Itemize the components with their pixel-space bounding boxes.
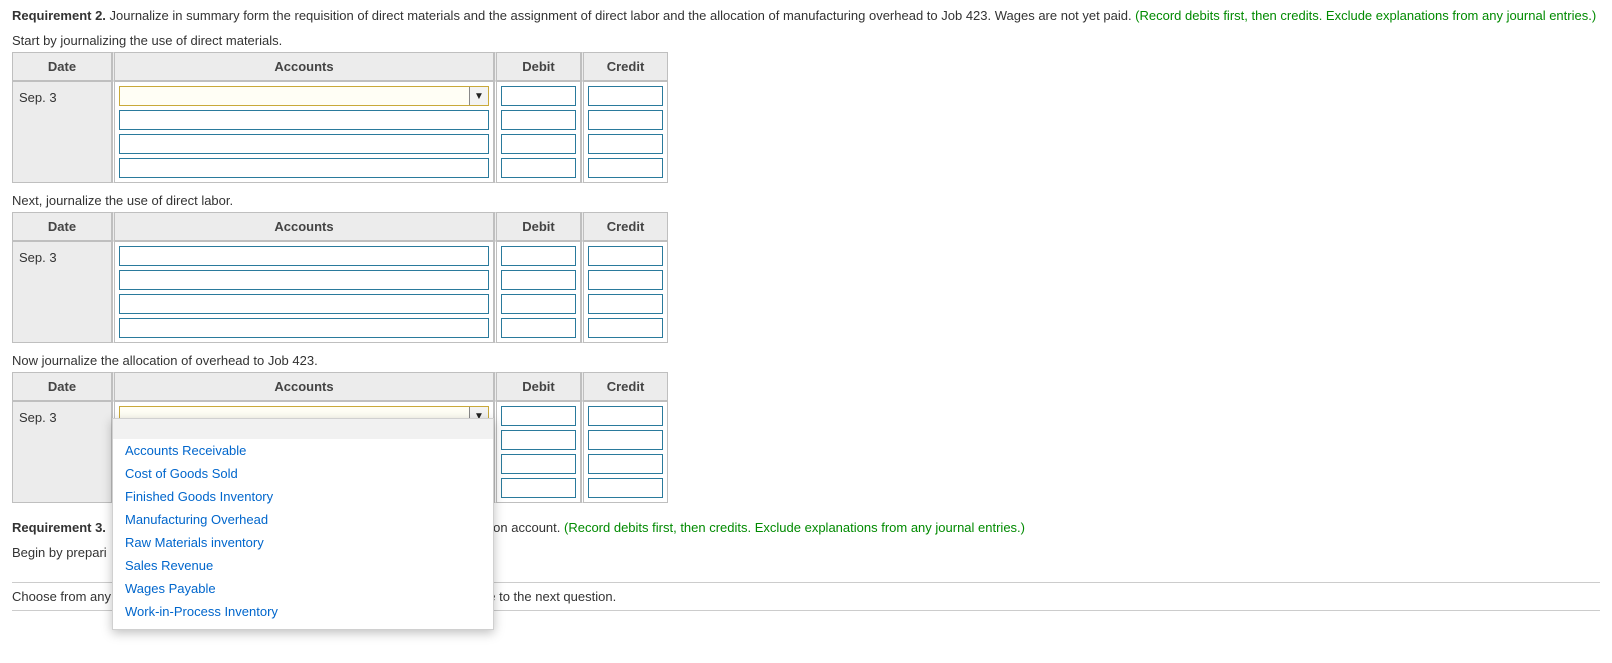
- header-credit: Credit: [581, 212, 668, 241]
- chevron-down-icon: ▼: [469, 87, 488, 105]
- requirement-2-label: Requirement 2.: [12, 8, 106, 23]
- header-debit: Debit: [494, 212, 581, 241]
- credit-input-row3[interactable]: [588, 294, 663, 314]
- requirement-2-text: Journalize in summary form the requisiti…: [106, 8, 1135, 23]
- requirement-3-mid: on account.: [493, 520, 564, 535]
- header-credit: Credit: [581, 372, 668, 401]
- account-input-row4[interactable]: [119, 158, 489, 178]
- date-cell: Sep. 3: [12, 241, 112, 343]
- header-accounts: Accounts: [112, 372, 494, 401]
- dropdown-option[interactable]: Accounts Receivable: [113, 439, 493, 462]
- debit-input-row3[interactable]: [501, 294, 576, 314]
- instruction-2: Next, journalize the use of direct labor…: [12, 193, 1600, 208]
- credit-input-row3[interactable]: [588, 134, 663, 154]
- dropdown-option[interactable]: Sales Revenue: [113, 554, 493, 577]
- dropdown-option[interactable]: Raw Materials inventory: [113, 531, 493, 554]
- accounts-cell: ▼: [112, 81, 494, 183]
- header-date: Date: [12, 372, 112, 401]
- requirement-3-label: Requirement 3.: [12, 520, 106, 535]
- debit-input-row1[interactable]: [501, 246, 576, 266]
- credit-cell: [581, 81, 668, 183]
- header-debit: Debit: [494, 372, 581, 401]
- journal-table-direct-materials: Date Accounts Debit Credit Sep. 3 ▼: [12, 52, 668, 183]
- footer-left: Choose from any: [12, 589, 111, 604]
- debit-input-row1[interactable]: [501, 406, 576, 426]
- account-select-row1[interactable]: ▼: [119, 86, 489, 106]
- dropdown-option[interactable]: Cost of Goods Sold: [113, 462, 493, 485]
- requirement-3-hint: (Record debits first, then credits. Excl…: [564, 520, 1025, 535]
- account-input-row4[interactable]: [119, 318, 489, 338]
- debit-input-row3[interactable]: [501, 454, 576, 474]
- header-accounts: Accounts: [112, 52, 494, 81]
- account-dropdown[interactable]: Accounts Receivable Cost of Goods Sold F…: [112, 418, 494, 630]
- dropdown-option[interactable]: Wages Payable: [113, 577, 493, 600]
- credit-input-row2[interactable]: [588, 110, 663, 130]
- account-input-row3[interactable]: [119, 134, 489, 154]
- dropdown-option[interactable]: Work-in-Process Inventory: [113, 600, 493, 623]
- date-cell: Sep. 3: [12, 81, 112, 183]
- account-input-row3[interactable]: [119, 294, 489, 314]
- credit-cell: [581, 241, 668, 343]
- account-input-row2[interactable]: [119, 270, 489, 290]
- debit-input-row4[interactable]: [501, 158, 576, 178]
- credit-input-row1[interactable]: [588, 86, 663, 106]
- credit-input-row4[interactable]: [588, 158, 663, 178]
- date-cell: Sep. 3: [12, 401, 112, 503]
- credit-input-row3[interactable]: [588, 454, 663, 474]
- debit-cell: [494, 241, 581, 343]
- instruction-1: Start by journalizing the use of direct …: [12, 33, 1600, 48]
- debit-input-row4[interactable]: [501, 318, 576, 338]
- account-input-row1[interactable]: [119, 246, 489, 266]
- credit-input-row2[interactable]: [588, 430, 663, 450]
- debit-input-row2[interactable]: [501, 430, 576, 450]
- header-accounts: Accounts: [112, 212, 494, 241]
- credit-cell: [581, 401, 668, 503]
- credit-input-row4[interactable]: [588, 478, 663, 498]
- debit-input-row1[interactable]: [501, 86, 576, 106]
- header-debit: Debit: [494, 52, 581, 81]
- dropdown-option[interactable]: Manufacturing Overhead: [113, 508, 493, 531]
- dropdown-blank-option[interactable]: [113, 419, 493, 439]
- footer-right: e to the next question.: [488, 589, 616, 604]
- debit-cell: [494, 81, 581, 183]
- instruction-3: Now journalize the allocation of overhea…: [12, 353, 1600, 368]
- requirement-2-hint: (Record debits first, then credits. Excl…: [1135, 8, 1596, 23]
- requirement-2-line: Requirement 2. Journalize in summary for…: [12, 8, 1600, 23]
- header-credit: Credit: [581, 52, 668, 81]
- credit-input-row1[interactable]: [588, 406, 663, 426]
- debit-input-row4[interactable]: [501, 478, 576, 498]
- credit-input-row1[interactable]: [588, 246, 663, 266]
- credit-input-row4[interactable]: [588, 318, 663, 338]
- header-date: Date: [12, 52, 112, 81]
- debit-input-row3[interactable]: [501, 134, 576, 154]
- journal-table-direct-labor: Date Accounts Debit Credit Sep. 3: [12, 212, 668, 343]
- debit-cell: [494, 401, 581, 503]
- debit-input-row2[interactable]: [501, 270, 576, 290]
- dropdown-option[interactable]: Finished Goods Inventory: [113, 485, 493, 508]
- account-input-row2[interactable]: [119, 110, 489, 130]
- debit-input-row2[interactable]: [501, 110, 576, 130]
- credit-input-row2[interactable]: [588, 270, 663, 290]
- accounts-cell: [112, 241, 494, 343]
- header-date: Date: [12, 212, 112, 241]
